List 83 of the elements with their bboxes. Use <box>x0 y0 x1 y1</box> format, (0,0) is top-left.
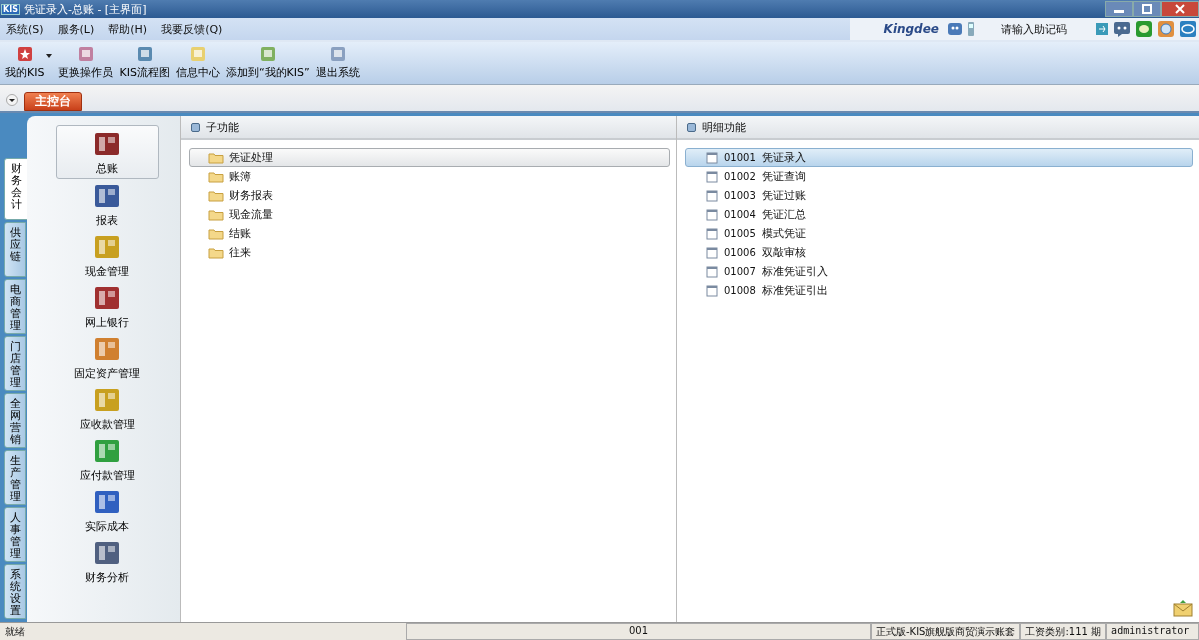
envelope-icon[interactable] <box>1173 600 1193 618</box>
side-tab[interactable]: 门店管理 <box>4 336 26 391</box>
document-icon <box>706 189 718 202</box>
module-item[interactable]: 报表 <box>55 179 159 230</box>
module-item[interactable]: 实际成本 <box>55 485 159 536</box>
side-tab[interactable]: 供应链 <box>4 222 26 277</box>
caret-icon[interactable] <box>6 94 18 106</box>
app-icon: KIS <box>1 3 20 15</box>
menu-item[interactable]: 帮助(H) <box>108 21 148 37</box>
function-item[interactable]: 01005 模式凭证 <box>685 224 1193 243</box>
side-tab[interactable]: 财务会计 <box>4 158 28 220</box>
function-item[interactable]: 01007 标准凭证引入 <box>685 262 1193 281</box>
folder-icon <box>208 189 224 202</box>
star-icon <box>16 46 33 62</box>
folder-item[interactable]: 结账 <box>189 224 670 243</box>
module-item[interactable]: 财务分析 <box>55 536 159 587</box>
panel-title: 子功能 <box>206 119 239 135</box>
export-icon[interactable] <box>1095 22 1109 36</box>
document-icon <box>706 284 718 297</box>
restore-icon <box>1141 4 1153 14</box>
globe-icon[interactable] <box>1157 20 1175 38</box>
logo: Kingdee <box>883 22 939 36</box>
module-item[interactable]: 现金管理 <box>55 230 159 281</box>
toolbar-button[interactable]: 添加到“我的KIS” <box>222 46 313 80</box>
close-icon <box>1174 4 1186 14</box>
function-item[interactable]: 01003 凭证过账 <box>685 186 1193 205</box>
message-icon[interactable] <box>1113 20 1131 38</box>
function-item[interactable]: 01001 凭证录入 <box>685 148 1193 167</box>
module-item[interactable]: 固定资产管理 <box>55 332 159 383</box>
panel-title: 明细功能 <box>702 119 746 135</box>
folder-icon <box>208 170 224 183</box>
module-item[interactable]: 总账 <box>55 125 159 179</box>
toolbar-button[interactable]: 信息中心 <box>172 46 223 80</box>
side-tab[interactable]: 全网营销 <box>4 393 26 448</box>
search-field[interactable]: 请输入助记码 <box>999 21 1083 37</box>
document-icon <box>706 246 718 259</box>
chat-icon[interactable] <box>947 21 963 37</box>
menu-item[interactable]: 系统(S) <box>6 21 44 37</box>
menu-item[interactable]: 我要反馈(Q) <box>161 21 223 37</box>
status-text: 001 <box>406 623 871 640</box>
document-icon <box>706 208 718 221</box>
side-tab[interactable]: 电商管理 <box>4 279 26 334</box>
folder-icon <box>208 151 224 164</box>
side-tab[interactable]: 生产管理 <box>4 450 26 505</box>
side-tab[interactable]: 系统设置 <box>4 564 26 619</box>
caret-icon[interactable] <box>45 53 54 59</box>
status-text: 正式版-KIS旗舰版商贸演示账套 <box>871 623 1021 640</box>
folder-item[interactable]: 现金流量 <box>189 205 670 224</box>
toolbar-button[interactable]: 更换操作员 <box>55 46 117 80</box>
status-text: 工资类别:111 期 <box>1020 623 1107 640</box>
folder-item[interactable]: 财务报表 <box>189 186 670 205</box>
module-item[interactable]: 应付款管理 <box>55 434 159 485</box>
module-item[interactable]: 应收款管理 <box>55 383 159 434</box>
document-icon <box>706 227 718 240</box>
restore-button[interactable] <box>1133 1 1161 17</box>
toolbar-button[interactable]: KIS流程图 <box>116 46 173 80</box>
folder-item[interactable]: 往来 <box>189 243 670 262</box>
menu-item[interactable]: 服务(L) <box>57 21 95 37</box>
document-icon <box>706 151 718 164</box>
folder-item[interactable]: 凭证处理 <box>189 148 670 167</box>
function-item[interactable]: 01008 标准凭证引出 <box>685 281 1193 300</box>
status-text: 就绪 <box>4 625 26 639</box>
bullet-icon <box>687 122 696 132</box>
function-item[interactable]: 01002 凭证查询 <box>685 167 1193 186</box>
toolbar-button[interactable]: 退出系统 <box>312 46 363 80</box>
side-tab[interactable]: 人事管理 <box>4 507 26 562</box>
function-item[interactable]: 01004 凭证汇总 <box>685 205 1193 224</box>
module-item[interactable]: 网上银行 <box>55 281 159 332</box>
function-item[interactable]: 01006 双敲审核 <box>685 243 1193 262</box>
bullet-icon <box>191 122 200 132</box>
folder-icon <box>208 227 224 240</box>
status-text: administrator <box>1106 623 1199 640</box>
window-title: 凭证录入-总账 - [主界面] <box>23 1 147 17</box>
minimize-button[interactable] <box>1105 1 1133 17</box>
folder-icon <box>208 208 224 221</box>
toolbar-button[interactable]: 我的KIS <box>2 46 48 80</box>
bubble-icon[interactable] <box>1135 20 1153 38</box>
folder-item[interactable]: 账簿 <box>189 167 670 186</box>
close-button[interactable] <box>1161 1 1199 17</box>
phone-icon[interactable] <box>967 21 975 37</box>
folder-icon <box>208 246 224 259</box>
document-icon <box>706 170 718 183</box>
document-icon <box>706 265 718 278</box>
